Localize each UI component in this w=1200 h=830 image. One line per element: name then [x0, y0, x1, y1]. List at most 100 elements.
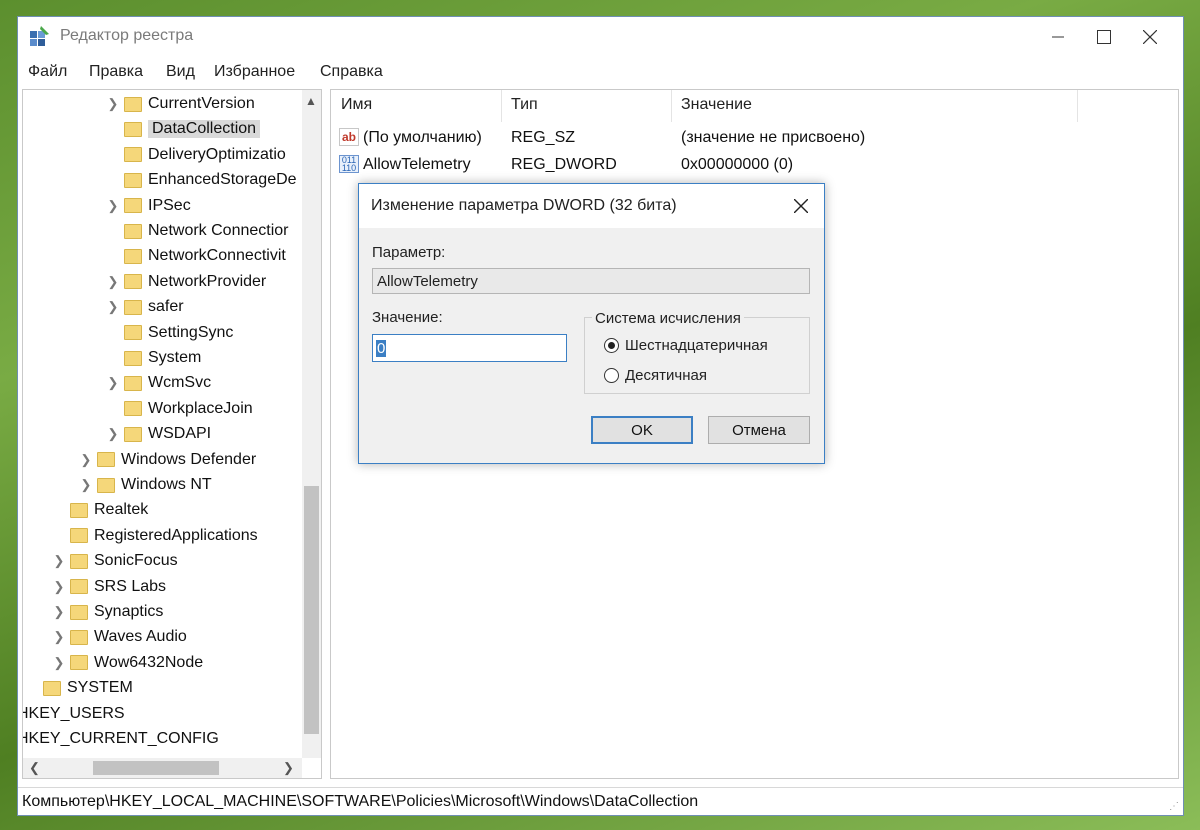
- list-item[interactable]: ab (По умолчанию) REG_SZ (значение не пр…: [337, 126, 1178, 150]
- cancel-button[interactable]: Отмена: [708, 416, 810, 444]
- tree-item[interactable]: DataCollection: [106, 117, 261, 141]
- radio-hexadecimal[interactable]: Шестнадцатеричная: [604, 335, 768, 355]
- tree-item[interactable]: HKEY_USERS: [23, 702, 125, 726]
- tree-item[interactable]: NetworkConnectivit: [106, 244, 286, 268]
- minimize-button[interactable]: [1035, 17, 1081, 57]
- expand-chevron-icon[interactable]: ❯: [79, 452, 93, 468]
- tree-item[interactable]: DeliveryOptimizatio: [106, 143, 286, 167]
- folder-icon: [124, 198, 142, 214]
- expand-chevron-icon[interactable]: ❯: [52, 629, 66, 645]
- tree-item[interactable]: ❯ CurrentVersion: [106, 92, 255, 116]
- maximize-icon: [1097, 30, 1111, 44]
- list-item[interactable]: 011 110 AllowTelemetry REG_DWORD 0x00000…: [337, 153, 1178, 177]
- folder-icon: [70, 655, 88, 671]
- expand-chevron-icon[interactable]: ❯: [52, 604, 66, 620]
- expand-chevron-icon[interactable]: ❯: [52, 579, 66, 595]
- maximize-button[interactable]: [1081, 17, 1127, 57]
- tree-item-label: WSDAPI: [148, 425, 212, 443]
- tree-item[interactable]: SettingSync: [106, 321, 233, 345]
- tree-item[interactable]: WorkplaceJoin: [106, 397, 253, 421]
- folder-icon: [124, 350, 142, 366]
- tree-item-label: Windows Defender: [121, 450, 257, 468]
- tree-item[interactable]: ❯ NetworkProvider: [106, 270, 267, 294]
- tree-item-label: Synaptics: [94, 603, 164, 620]
- status-bar: Компьютер\HKEY_LOCAL_MACHINE\SOFTWARE\Po…: [18, 787, 1183, 816]
- tree-item-label: DeliveryOptimizatio: [148, 145, 286, 163]
- tree-item[interactable]: RegisteredApplications: [52, 524, 258, 548]
- tree-item-label: SonicFocus: [94, 552, 178, 570]
- window-title: Редактор реестра: [60, 27, 194, 44]
- horizontal-scroll-thumb[interactable]: [93, 761, 219, 775]
- menu-favorites[interactable]: Избранное: [214, 63, 295, 81]
- column-header-name[interactable]: Имя: [341, 96, 372, 114]
- tree-item[interactable]: ❯ WSDAPI: [106, 422, 212, 446]
- value-data-text: 0: [376, 340, 387, 357]
- tree-horizontal-scrollbar[interactable]: ❮ ❯: [23, 758, 302, 778]
- tree-item[interactable]: ❯ safer: [106, 295, 184, 319]
- radio-decimal[interactable]: Десятичная: [604, 365, 707, 385]
- close-button[interactable]: [1127, 17, 1173, 57]
- menu-view[interactable]: Вид: [166, 63, 195, 81]
- value-data-input[interactable]: 0: [372, 334, 567, 362]
- menu-edit[interactable]: Правка: [89, 63, 143, 81]
- folder-icon: [70, 629, 88, 645]
- tree-item[interactable]: ❯ Windows NT: [79, 473, 212, 497]
- expand-chevron-icon[interactable]: ❯: [106, 198, 120, 214]
- folder-icon: [124, 147, 142, 163]
- tree-item[interactable]: ❯ WcmSvc: [106, 371, 212, 395]
- minimize-icon: [1052, 36, 1064, 38]
- dialog-title-bar[interactable]: Изменение параметра DWORD (32 бита): [359, 184, 824, 228]
- tree-vertical-scrollbar[interactable]: ▲: [302, 90, 321, 758]
- column-header-type[interactable]: Тип: [511, 96, 538, 114]
- registry-tree[interactable]: ❯ CurrentVersion DataCollection DeliveryOpt…: [22, 89, 322, 779]
- param-label: Параметр:: [372, 244, 446, 261]
- tree-item[interactable]: ❯ IPSec: [106, 194, 191, 218]
- tree-item-label: Waves Audio: [94, 628, 187, 646]
- menu-help[interactable]: Справка: [320, 63, 383, 81]
- menu-file[interactable]: Файл: [28, 63, 67, 81]
- expand-chevron-icon[interactable]: ❯: [106, 96, 120, 112]
- scroll-up-icon[interactable]: ▲: [305, 94, 317, 108]
- close-icon: [1143, 30, 1157, 44]
- scroll-right-icon[interactable]: ❯: [283, 760, 294, 776]
- dialog-title: Изменение параметра DWORD (32 бита): [371, 197, 677, 214]
- tree-item-label: WorkplaceJoin: [148, 399, 253, 417]
- tree-item[interactable]: ❯ Wow6432Node: [52, 651, 204, 675]
- column-separator[interactable]: [671, 90, 672, 122]
- expand-chevron-icon[interactable]: ❯: [79, 477, 93, 493]
- expand-chevron-icon[interactable]: ❯: [52, 655, 66, 671]
- tree-item-label: SYSTEM: [67, 679, 133, 697]
- resize-grip-icon[interactable]: ⋰: [1169, 801, 1179, 812]
- dialog-close-button[interactable]: [779, 188, 823, 224]
- expand-chevron-icon[interactable]: ❯: [106, 274, 120, 290]
- tree-item[interactable]: Realtek: [52, 498, 148, 522]
- title-bar[interactable]: Редактор реестра: [18, 17, 1183, 57]
- vertical-scroll-thumb[interactable]: [304, 486, 319, 734]
- expand-chevron-icon[interactable]: ❯: [52, 553, 66, 569]
- expand-chevron-icon[interactable]: ❯: [106, 299, 120, 315]
- tree-item[interactable]: SYSTEM: [25, 676, 133, 700]
- tree-item[interactable]: HKEY_CURRENT_CONFIG: [23, 727, 219, 751]
- folder-icon: [124, 299, 142, 315]
- ok-button[interactable]: OK: [591, 416, 693, 444]
- scroll-left-icon[interactable]: ❮: [29, 760, 40, 776]
- column-separator[interactable]: [1077, 90, 1078, 122]
- expand-chevron-icon[interactable]: ❯: [106, 426, 120, 442]
- column-header-value[interactable]: Значение: [681, 96, 752, 114]
- tree-item-label: SRS Labs: [94, 577, 167, 595]
- tree-item[interactable]: ❯ SRS Labs: [52, 575, 167, 599]
- tree-item[interactable]: Network Connectior: [106, 219, 289, 243]
- tree-item[interactable]: ❯ Synaptics: [52, 600, 164, 624]
- tree-item[interactable]: ❯ Waves Audio: [52, 625, 187, 649]
- column-separator[interactable]: [501, 90, 502, 122]
- folder-icon: [124, 426, 142, 442]
- expand-chevron-icon[interactable]: ❯: [106, 375, 120, 391]
- tree-item[interactable]: ❯ Windows Defender: [79, 448, 257, 472]
- menu-bar: Файл Правка Вид Избранное Справка: [18, 61, 1183, 83]
- tree-item[interactable]: ❯ SonicFocus: [52, 549, 178, 573]
- tree-item[interactable]: EnhancedStorageDe: [106, 168, 297, 192]
- tree-item[interactable]: System: [106, 346, 201, 370]
- folder-icon: [124, 172, 142, 188]
- param-name-field: AllowTelemetry: [372, 268, 810, 294]
- tree-item-label: EnhancedStorageDe: [148, 171, 297, 189]
